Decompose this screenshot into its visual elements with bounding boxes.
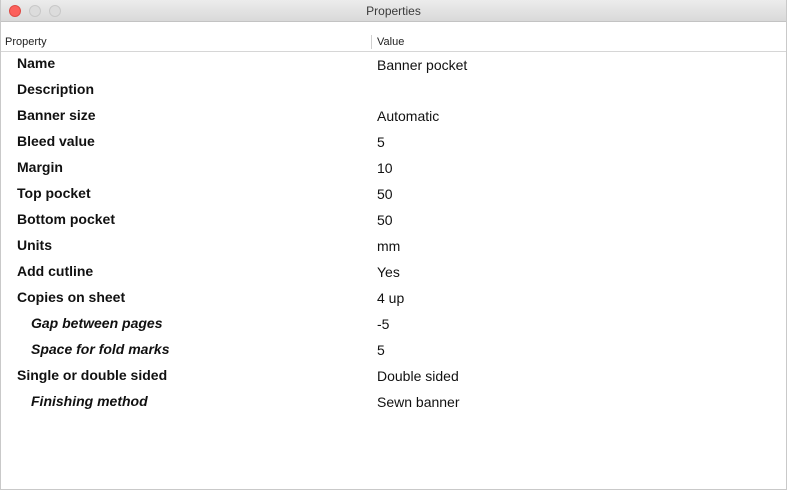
- property-name: Bottom pocket: [17, 211, 115, 227]
- table-row[interactable]: Space for fold marks 5: [1, 339, 786, 359]
- property-value[interactable]: 5: [377, 342, 385, 358]
- property-name: Description: [17, 81, 95, 97]
- property-value[interactable]: 50: [377, 186, 393, 202]
- title-bar[interactable]: Properties: [1, 0, 786, 22]
- table-row[interactable]: Single or double sided Double sided: [1, 365, 786, 385]
- property-value[interactable]: Double sided: [377, 368, 459, 384]
- table-row[interactable]: Finishing method Sewn banner: [1, 391, 786, 411]
- property-name: Gap between pages: [31, 315, 163, 331]
- column-divider[interactable]: [371, 35, 372, 49]
- property-name: Name: [17, 55, 56, 71]
- property-value[interactable]: -5: [377, 316, 389, 332]
- table-row[interactable]: Bleed value 5: [1, 131, 786, 151]
- table-row[interactable]: Margin 10: [1, 157, 786, 177]
- table-row[interactable]: Banner size Automatic: [1, 105, 786, 125]
- property-name: Banner size: [17, 107, 96, 123]
- property-name: Top pocket: [17, 185, 91, 201]
- table-header: Property Value: [1, 33, 786, 52]
- table-row[interactable]: Top pocket 50: [1, 183, 786, 203]
- column-header-property[interactable]: Property: [5, 36, 47, 48]
- property-name: Bleed value: [17, 133, 95, 149]
- table-row[interactable]: Description: [1, 79, 786, 99]
- property-value[interactable]: 50: [377, 212, 393, 228]
- table-row[interactable]: Copies on sheet 4 up: [1, 287, 786, 307]
- property-value[interactable]: 10: [377, 160, 393, 176]
- table-row[interactable]: Add cutline Yes: [1, 261, 786, 281]
- properties-window: Properties Property Value Name Banner po…: [0, 0, 787, 490]
- property-value[interactable]: 4 up: [377, 290, 404, 306]
- property-name: Space for fold marks: [31, 341, 170, 357]
- property-name: Single or double sided: [17, 367, 168, 383]
- property-value[interactable]: Sewn banner: [377, 394, 460, 410]
- table-row[interactable]: Name Banner pocket: [1, 53, 786, 73]
- property-value[interactable]: Banner pocket: [377, 57, 467, 73]
- table-row[interactable]: Gap between pages -5: [1, 313, 786, 333]
- property-name: Units: [17, 237, 52, 253]
- property-value[interactable]: Yes: [377, 264, 400, 280]
- table-row[interactable]: Bottom pocket 50: [1, 209, 786, 229]
- property-name: Copies on sheet: [17, 289, 126, 305]
- property-name: Finishing method: [31, 393, 148, 409]
- window-title: Properties: [366, 4, 421, 18]
- property-name: Margin: [17, 159, 63, 175]
- property-value[interactable]: Automatic: [377, 108, 439, 124]
- property-value[interactable]: mm: [377, 238, 400, 254]
- property-value[interactable]: 5: [377, 134, 385, 150]
- column-header-value[interactable]: Value: [377, 36, 404, 48]
- property-name: Add cutline: [17, 263, 94, 279]
- table-row[interactable]: Units mm: [1, 235, 786, 255]
